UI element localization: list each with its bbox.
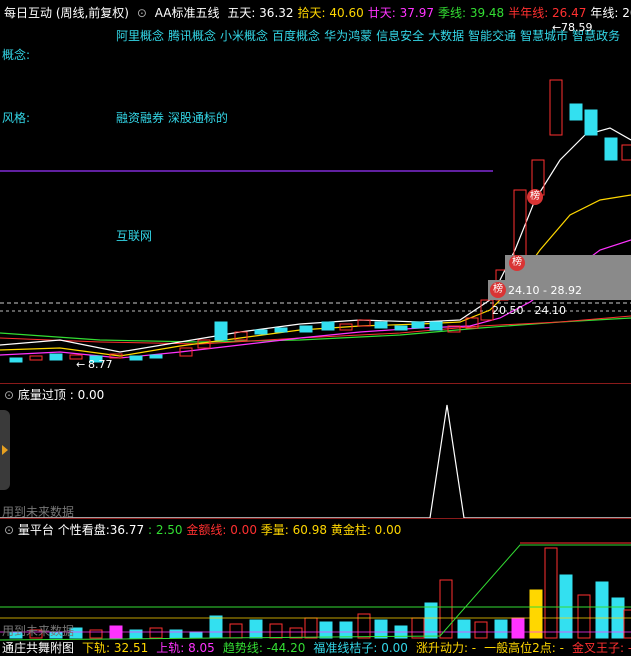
panel-separator (0, 383, 631, 384)
kline-chart[interactable]: 8.77 ← 78.59 ← (0, 0, 631, 653)
candle[interactable] (411, 321, 425, 329)
volume-bar[interactable] (269, 623, 283, 639)
volume-bar[interactable] (529, 589, 543, 639)
candle[interactable] (214, 321, 228, 341)
volume-bar[interactable] (169, 629, 183, 639)
candle[interactable] (254, 329, 268, 335)
candle[interactable] (569, 103, 583, 121)
volume-bar[interactable] (189, 631, 203, 639)
ma-line-5 (0, 127, 631, 353)
volume-bar[interactable] (595, 581, 609, 639)
volume-bar[interactable] (304, 617, 318, 639)
volume-bar[interactable] (319, 621, 333, 639)
high-price-mark: 78.59 (561, 21, 593, 34)
panel3-item: : 2.50 (147, 523, 183, 537)
future-data-note: 用到未来数据 (2, 505, 75, 519)
volume-bar[interactable] (577, 594, 591, 639)
panel2-title: ⊙ 底量过顶 : 0.00 (4, 386, 104, 403)
volume-bar[interactable] (623, 609, 631, 639)
panel2-settings-icon[interactable]: ⊙ (4, 388, 14, 402)
candle[interactable] (604, 137, 618, 161)
volume-bar[interactable] (149, 627, 163, 639)
volume-bar[interactable] (544, 547, 558, 639)
volume-bar[interactable] (209, 615, 223, 639)
low-arrow-icon: ← (76, 358, 85, 371)
candle[interactable] (584, 109, 598, 136)
panel-separator (0, 518, 631, 519)
candle[interactable] (149, 354, 163, 359)
bottom-indicator-bar: 通庄共舞附图 下轨: 32.51 上轨: 8.05 趋势线: -44.20 福准线桔子:… (2, 639, 631, 656)
panel3-item: 季量: 60.98 (260, 523, 327, 537)
volume-bar[interactable] (457, 619, 471, 639)
candle[interactable] (621, 144, 631, 161)
panel3-item-value: 36.77 (109, 523, 145, 537)
rank-badge[interactable]: 榜 (490, 282, 506, 298)
candle[interactable] (129, 355, 143, 361)
volume-top-signal (0, 404, 631, 519)
candle[interactable] (321, 321, 335, 331)
panel3-title: ⊙ 量平台 个性看盘:36.77 : 2.50 金额线: 0.00 季量: 60… (4, 521, 401, 538)
candle[interactable] (29, 355, 43, 361)
candle[interactable] (549, 79, 563, 136)
volume-bar[interactable] (511, 617, 525, 639)
candle[interactable] (357, 319, 371, 327)
panel3-item: 金额线: 0.00 (186, 523, 257, 537)
candle[interactable] (299, 325, 313, 333)
volume-bar[interactable] (411, 617, 425, 639)
volume-bar[interactable] (474, 621, 488, 639)
volume-bar[interactable] (374, 619, 388, 639)
panel3-item-label: 个性看盘: (57, 523, 110, 537)
panel3-title-text: 量平台 (17, 523, 54, 537)
candle[interactable] (429, 321, 443, 331)
candle[interactable] (49, 353, 63, 361)
rank-badge[interactable]: 榜 (509, 255, 525, 271)
panel3-settings-icon[interactable]: ⊙ (4, 523, 14, 537)
candle[interactable] (374, 321, 388, 329)
low-price-mark: 8.77 (88, 358, 113, 371)
high-arrow-icon: ← (552, 21, 561, 34)
volume-bar[interactable] (129, 629, 143, 639)
side-collapse-handle[interactable] (0, 410, 10, 490)
ma-line-year (0, 317, 631, 343)
rank-badge[interactable]: 榜 (527, 189, 543, 205)
price-range-1: 24.10 - 28.92 (508, 284, 582, 297)
volume-bar[interactable] (494, 619, 508, 639)
panel3-item: 黄金柱: 0.00 (330, 523, 402, 537)
volume-bar[interactable] (249, 619, 263, 639)
candle[interactable] (274, 327, 288, 333)
candle[interactable] (394, 325, 408, 331)
panel2-title-text: 底量过顶 : 0.00 (17, 388, 105, 402)
volume-bar[interactable] (289, 627, 303, 639)
candle[interactable] (9, 357, 23, 363)
volume-bar[interactable] (89, 629, 103, 639)
volume-bar[interactable] (229, 623, 243, 639)
future-data-note: 用到未来数据 (2, 624, 75, 638)
volume-bar[interactable] (339, 621, 353, 639)
price-range-2: 20.50 - 24.10 (492, 304, 566, 317)
volume-bar[interactable] (424, 602, 438, 639)
